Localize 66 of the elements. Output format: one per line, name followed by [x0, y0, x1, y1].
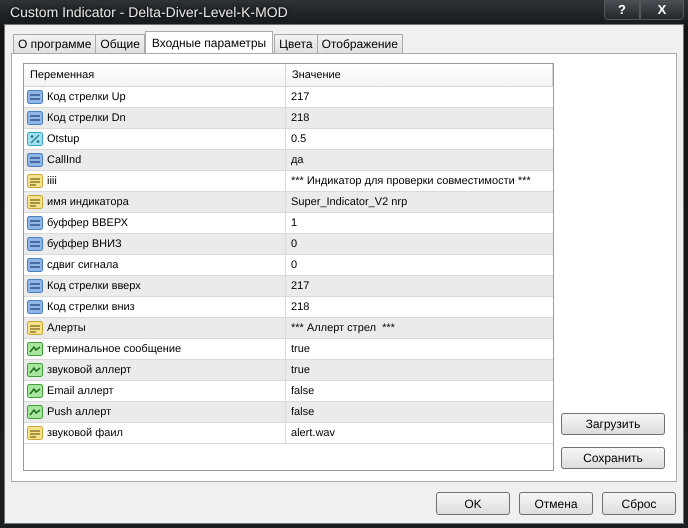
variable-name: Алерты	[47, 322, 86, 334]
value-cell[interactable]: 217	[286, 276, 553, 296]
tab[interactable]: Общие	[95, 34, 145, 53]
number-type-icon	[27, 300, 43, 314]
value-cell[interactable]: false	[286, 381, 553, 401]
tab[interactable]: Цвета	[274, 34, 318, 53]
window-title: Custom Indicator - Delta-Diver-Level-K-MOD	[9, 4, 288, 20]
boolean-type-icon	[27, 342, 43, 356]
text-type-icon	[27, 195, 43, 209]
variable-name: имя индикатора	[47, 196, 129, 208]
value-cell[interactable]: *** Аллерт стрел ***	[286, 318, 553, 338]
column-header[interactable]: Переменная	[24, 64, 286, 86]
boolean-type-icon	[27, 363, 43, 377]
value-cell[interactable]: 0.5	[286, 129, 553, 149]
value-cell[interactable]: Super_Indicator_V2 nrp	[286, 192, 553, 212]
variable-name: Email аллерт	[47, 385, 114, 397]
fraction-type-icon	[27, 132, 43, 146]
dialog-button[interactable]: Сброс	[602, 492, 676, 515]
number-type-icon	[27, 90, 43, 104]
variable-name: буффер ВВЕРХ	[47, 217, 128, 229]
variable-name: CallInd	[47, 154, 82, 166]
tab[interactable]: О программе	[13, 34, 96, 53]
side-button[interactable]: Загрузить	[561, 413, 665, 435]
value-cell[interactable]: 0	[286, 255, 553, 275]
value-cell[interactable]: alert.wav	[286, 423, 553, 443]
text-type-icon	[27, 426, 43, 440]
dialog-button[interactable]: OK	[436, 492, 510, 515]
value-cell[interactable]: true	[286, 360, 553, 380]
value-cell[interactable]: 218	[286, 297, 553, 317]
value-cell[interactable]: false	[286, 402, 553, 422]
boolean-type-icon	[27, 405, 43, 419]
number-type-icon	[27, 153, 43, 167]
value-cell[interactable]: *** Индикатор для проверки совместимости ***	[286, 171, 553, 191]
text-type-icon	[27, 174, 43, 188]
variable-name: буффер ВНИЗ	[47, 238, 122, 250]
value-cell[interactable]: да	[286, 150, 553, 170]
variable-name: звуковой фаил	[47, 427, 123, 439]
variable-name: сдвиг сигнала	[47, 259, 118, 271]
variable-name: iiii	[47, 175, 57, 187]
number-type-icon	[27, 279, 43, 293]
value-cell[interactable]: 217	[286, 87, 553, 107]
text-type-icon	[27, 321, 43, 335]
variable-name: Код стрелки вверх	[47, 280, 141, 292]
variable-name: Код стрелки Up	[47, 91, 126, 103]
tab[interactable]: Отображение	[316, 34, 403, 53]
side-button[interactable]: Сохранить	[561, 447, 665, 469]
help-button[interactable]: ?	[604, 0, 640, 20]
dialog-button[interactable]: Отмена	[519, 492, 593, 515]
value-cell[interactable]: 218	[286, 108, 553, 128]
column-header[interactable]: Значение	[286, 64, 553, 86]
number-type-icon	[27, 258, 43, 272]
number-type-icon	[27, 111, 43, 125]
number-type-icon	[27, 216, 43, 230]
boolean-type-icon	[27, 384, 43, 398]
variable-name: терминальное сообщение	[47, 343, 182, 355]
tab[interactable]: Входные параметры	[144, 31, 274, 53]
value-cell[interactable]: true	[286, 339, 553, 359]
variable-name: Код стрелки вниз	[47, 301, 135, 313]
value-cell[interactable]: 0	[286, 234, 553, 254]
variable-name: звуковой аллерт	[47, 364, 132, 376]
number-type-icon	[27, 237, 43, 251]
close-button[interactable]: X	[640, 0, 684, 20]
variable-name: Otstup	[47, 133, 80, 145]
value-cell[interactable]: 1	[286, 213, 553, 233]
variable-name: Push аллерт	[47, 406, 112, 418]
variable-name: Код стрелки Dn	[47, 112, 126, 124]
